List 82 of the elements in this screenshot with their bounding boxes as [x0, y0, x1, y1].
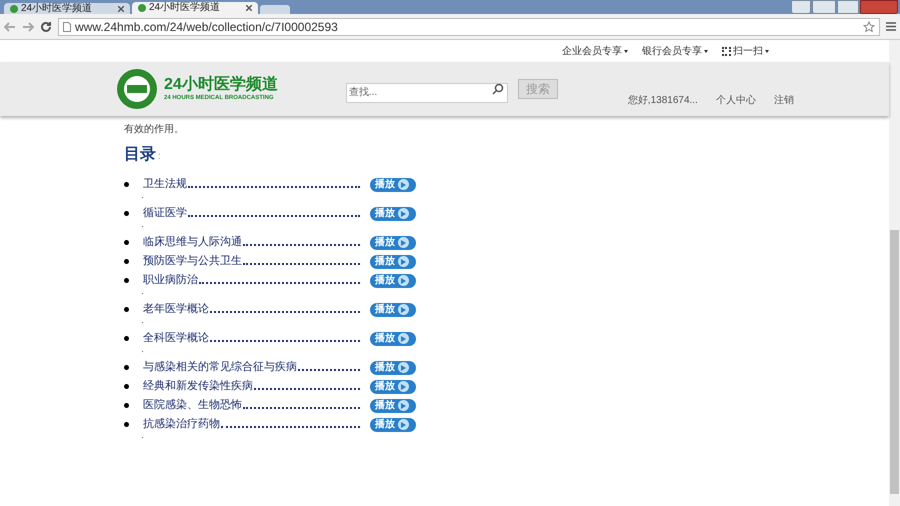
intro-text: 有效的作用。 — [124, 123, 185, 137]
toc-link[interactable]: 卫生法规 — [143, 176, 187, 193]
logo-icon — [116, 68, 158, 110]
play-button[interactable]: 播放 — [370, 236, 416, 250]
play-button[interactable]: 播放 — [370, 274, 416, 288]
header-link[interactable]: 注销 — [774, 93, 794, 108]
bullet-icon — [124, 403, 129, 408]
address-bar[interactable]: www.24hmb.com/24/web/collection/c/7I00002593 — [58, 18, 880, 36]
toc-link[interactable]: 临床思维与人际沟通 — [143, 234, 242, 251]
bullet-icon — [124, 365, 129, 370]
caret-icon — [704, 50, 708, 52]
play-icon — [398, 419, 409, 430]
toc-link[interactable]: 预防医学与公共卫生 — [143, 253, 242, 270]
toc-link[interactable]: 老年医学概论 — [143, 301, 209, 318]
bullet-icon — [124, 211, 129, 216]
bullet-icon — [124, 422, 129, 427]
scrollbar[interactable] — [889, 40, 900, 506]
bullet-icon — [124, 182, 129, 187]
qr-code-icon — [722, 46, 731, 56]
search-icon[interactable] — [492, 83, 504, 95]
menu-link[interactable]: 扫一扫 — [722, 44, 769, 58]
toc-link[interactable]: 职业病防治 — [143, 272, 198, 289]
toc-link[interactable]: 经典和新发传染性疾病 — [143, 378, 253, 395]
logo-title: 24小时医学频道 — [164, 75, 278, 94]
dot-text: · — [141, 223, 144, 229]
bullet-icon — [124, 336, 129, 341]
browser-tab[interactable]: 24小时医学频道 — [132, 2, 258, 14]
forward-icon[interactable] — [22, 22, 34, 32]
toc-title: 目录 — [124, 145, 156, 165]
menu-icon[interactable] — [886, 22, 896, 31]
dot-text: · — [141, 348, 144, 354]
play-icon — [398, 179, 409, 190]
play-icon — [398, 237, 409, 248]
search-field[interactable]: 查找... — [346, 82, 508, 102]
toc-link[interactable]: 循证医学 — [143, 205, 187, 222]
menu-link[interactable]: 企业会员专享 — [562, 44, 628, 58]
bullet-icon — [124, 307, 129, 312]
toc-link[interactable]: 与感染相关的常见综合征与疾病 — [143, 359, 297, 376]
play-icon — [398, 208, 409, 219]
bullet-icon — [124, 240, 129, 245]
play-button[interactable]: 播放 — [370, 178, 416, 192]
toc-link[interactable]: 抗感染治疗药物 — [143, 416, 220, 433]
dot-text: · — [141, 434, 144, 440]
colon-text: : — [158, 150, 161, 164]
play-icon — [398, 333, 409, 344]
caret-icon — [765, 50, 769, 52]
play-icon — [398, 400, 409, 411]
dot-text: · — [141, 319, 144, 325]
dot-text: · — [141, 290, 144, 296]
play-button[interactable]: 播放 — [370, 332, 416, 346]
play-button[interactable]: 播放 — [370, 254, 416, 268]
star-icon[interactable] — [863, 20, 875, 32]
caret-icon — [624, 50, 628, 52]
browser-tab[interactable]: 24小时医学频道 — [4, 3, 130, 14]
dot-text: · — [141, 194, 144, 200]
play-icon — [398, 275, 409, 286]
play-button[interactable]: 播放 — [370, 418, 416, 432]
play-button[interactable]: 播放 — [370, 360, 416, 374]
close-tab-icon[interactable] — [246, 5, 252, 11]
play-button[interactable]: 播放 — [370, 398, 416, 412]
bullet-icon — [124, 384, 129, 389]
bullet-icon — [124, 259, 129, 264]
play-icon — [398, 381, 409, 392]
play-icon — [398, 256, 409, 267]
menu-link[interactable]: 银行会员专享 — [642, 44, 708, 58]
bullet-icon — [124, 278, 129, 283]
play-icon — [398, 304, 409, 315]
back-icon[interactable] — [4, 22, 16, 32]
globe-icon — [10, 4, 18, 12]
header-link[interactable]: 个人中心 — [716, 93, 756, 108]
play-button[interactable]: 播放 — [370, 302, 416, 316]
reload-icon[interactable] — [40, 20, 52, 32]
close-tab-icon[interactable] — [118, 6, 124, 12]
toc-link[interactable]: 全科医学概论 — [143, 330, 209, 347]
play-button[interactable]: 播放 — [370, 206, 416, 220]
scrollbar-thumb[interactable] — [890, 230, 899, 494]
play-button[interactable]: 播放 — [370, 380, 416, 394]
greeting-text: 您好,1381674... — [628, 94, 698, 108]
globe-icon — [138, 4, 146, 12]
toc-link[interactable]: 医院感染、生物恐怖 — [143, 397, 242, 414]
page-icon — [63, 22, 71, 32]
play-icon — [398, 362, 409, 373]
